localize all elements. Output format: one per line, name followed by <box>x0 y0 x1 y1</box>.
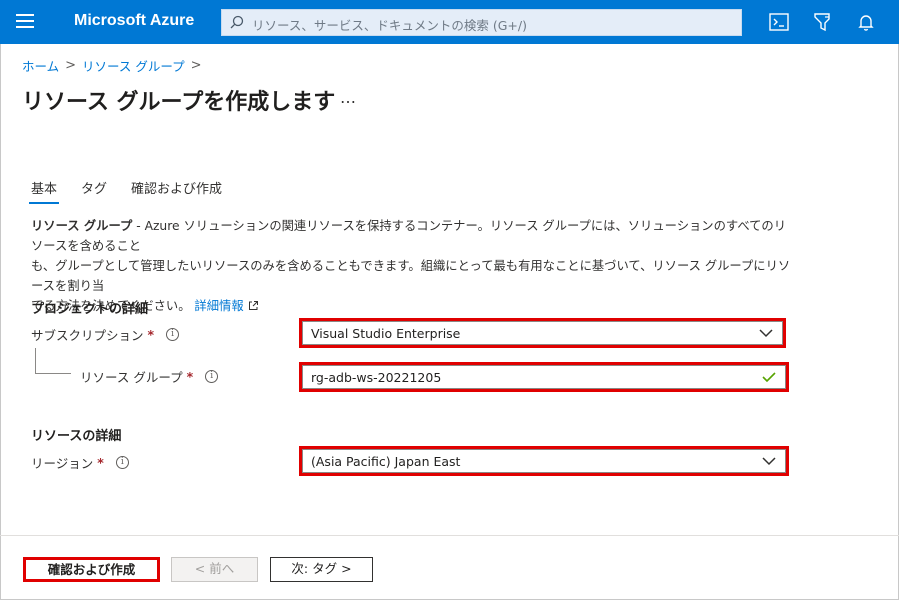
tree-connector <box>35 348 36 373</box>
region-value: (Asia Pacific) Japan East <box>311 454 461 469</box>
search-icon <box>230 15 244 29</box>
footer-divider <box>0 535 899 536</box>
next-tags-button[interactable]: 次: タグ > <box>270 557 373 582</box>
info-icon[interactable]: i <box>205 370 219 383</box>
previous-button[interactable]: < 前へ <box>171 557 258 582</box>
description-line-2: も、グループとして管理したいリソースのみを含めることもできます。組織にとって最も… <box>31 259 791 293</box>
chevron-down-icon <box>762 457 776 466</box>
region-label: リージョン * i <box>31 453 129 472</box>
breadcrumb: ホーム > リソース グループ > <box>22 56 202 75</box>
tab-tags[interactable]: タグ <box>81 178 107 197</box>
search-placeholder: リソース、サービス、ドキュメントの検索 (G+/) <box>252 18 527 33</box>
resource-group-label: リソース グループ * i <box>80 367 219 386</box>
required-asterisk: * <box>186 369 194 384</box>
brand-title[interactable]: Microsoft Azure <box>74 12 194 30</box>
cloud-shell-icon[interactable] <box>768 11 790 33</box>
learn-more-link[interactable]: 詳細情報 <box>194 299 258 313</box>
directory-filter-icon[interactable] <box>811 11 833 33</box>
subscription-label: サブスクリプション * i <box>31 325 180 344</box>
resource-group-value: rg-adb-ws-20221205 <box>311 370 442 385</box>
required-asterisk: * <box>97 455 104 470</box>
chevron-right-icon: > <box>65 58 77 73</box>
resource-details-heading: リソースの詳細 <box>31 429 122 444</box>
info-icon[interactable]: i <box>115 456 129 469</box>
breadcrumb-resource-groups[interactable]: リソース グループ <box>82 56 185 75</box>
project-details-heading: プロジェクトの詳細 <box>31 302 149 317</box>
chevron-right-icon: > <box>190 58 202 73</box>
required-asterisk: * <box>147 327 155 342</box>
chevron-down-icon <box>759 329 773 338</box>
page-title: リソース グループを作成します <box>22 90 336 115</box>
tab-bar: 基本 タグ 確認および作成 <box>28 178 222 204</box>
more-options-icon[interactable]: … <box>340 88 357 107</box>
top-bar: Microsoft Azure リソース、サービス、ドキュメントの検索 (G+/… <box>0 0 899 44</box>
tab-basics[interactable]: 基本 <box>28 178 60 204</box>
description-line-1: - Azure ソリューションの関連リソースを保持するコンテナー。リソース グル… <box>31 219 787 253</box>
tree-connector <box>35 373 71 374</box>
subscription-dropdown[interactable]: Visual Studio Enterprise <box>299 318 786 348</box>
checkmark-icon <box>762 372 776 383</box>
info-icon[interactable]: i <box>166 328 180 341</box>
tab-review-create[interactable]: 確認および作成 <box>131 178 222 197</box>
resource-group-input[interactable]: rg-adb-ws-20221205 <box>299 362 789 392</box>
breadcrumb-home[interactable]: ホーム <box>22 56 59 75</box>
region-dropdown[interactable]: (Asia Pacific) Japan East <box>299 446 789 476</box>
search-box[interactable]: リソース、サービス、ドキュメントの検索 (G+/) <box>221 9 742 36</box>
review-create-button[interactable]: 確認および作成 <box>23 557 160 582</box>
menu-icon[interactable] <box>16 14 34 30</box>
external-link-icon <box>248 301 258 310</box>
description-term: リソース グループ <box>31 219 133 233</box>
notifications-icon[interactable] <box>855 11 877 33</box>
subscription-value: Visual Studio Enterprise <box>311 326 461 341</box>
